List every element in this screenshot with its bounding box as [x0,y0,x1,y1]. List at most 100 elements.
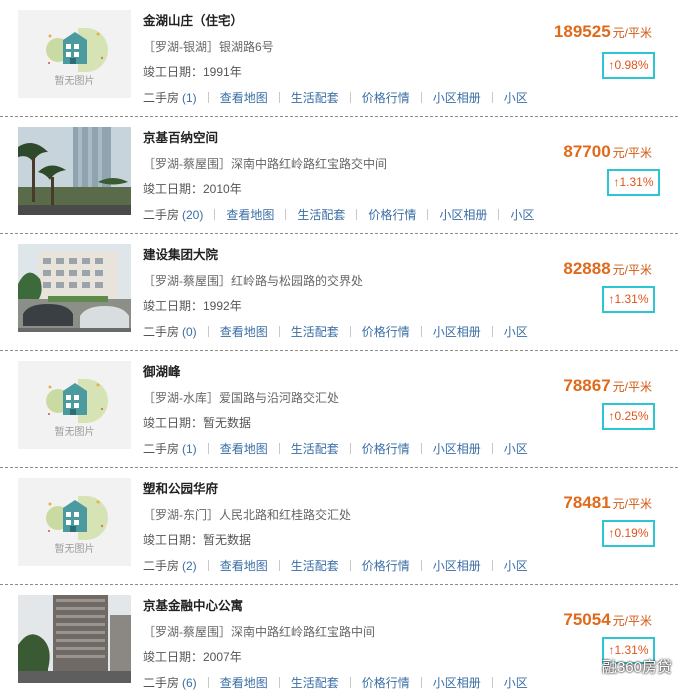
listing-title[interactable]: 金湖山庄（住宅） [143,10,243,29]
link-separator [491,677,493,688]
listing-address: ［罗湖-银湖］银湖路6号 [143,40,274,54]
price-value: 82888 [563,259,611,278]
listing-price: 75054 元/平米 [563,610,652,630]
listing-row[interactable]: 暂无图片 金湖山庄（住宅） ［罗湖-银湖］银湖路6号 竣工日期：1991年 二手… [0,0,686,117]
amenities-link[interactable]: 生活配套 [291,89,339,106]
secondhand-count[interactable]: (6) [182,676,197,690]
price-trend-link[interactable]: 价格行情 [362,557,410,574]
listing-links: 二手房 (0) 查看地图 生活配套 价格行情 小区相册 小区 [143,323,538,341]
price-change-badge: ↑0.98% [602,52,655,79]
link-separator [278,326,280,337]
link-separator [278,677,280,688]
listing-row[interactable]: 暂无图片 御湖峰 ［罗湖-水库］爱国路与沿河路交汇处 竣工日期：暂无数据 二手房… [0,351,686,468]
price-trend-link[interactable]: 价格行情 [362,674,410,691]
listing-thumbnail[interactable] [18,595,131,683]
link-separator [349,92,351,103]
price-trend-link[interactable]: 价格行情 [362,323,410,340]
link-separator [491,443,493,454]
listing-links: 二手房 (6) 查看地图 生活配套 价格行情 小区相册 小区 [143,674,538,692]
view-map-link[interactable]: 查看地图 [220,557,268,574]
listing-title[interactable]: 御湖峰 [143,361,181,380]
secondhand-link[interactable]: 二手房 [143,89,179,106]
album-link[interactable]: 小区相册 [433,674,481,691]
more-link[interactable]: 小区 [504,557,528,574]
album-link[interactable]: 小区相册 [433,323,481,340]
more-link[interactable]: 小区 [504,323,528,340]
link-separator [349,560,351,571]
amenities-link[interactable]: 生活配套 [291,440,339,457]
building-photo [18,244,131,332]
building-photo [18,595,131,683]
price-change-badge: ↑1.31% [602,286,655,313]
amenities-link[interactable]: 生活配套 [291,557,339,574]
listing-title[interactable]: 京基金融中心公寓 [143,595,243,614]
link-separator [349,443,351,454]
view-map-link[interactable]: 查看地图 [220,440,268,457]
view-map-link[interactable]: 查看地图 [220,674,268,691]
listing-completion-date: 竣工日期：1992年 [143,299,242,313]
listing-links: 二手房 (1) 查看地图 生活配套 价格行情 小区相册 小区 [143,440,538,458]
album-link[interactable]: 小区相册 [433,440,481,457]
price-change-badge: ↑0.19% [602,520,655,547]
secondhand-link[interactable]: 二手房 [143,206,179,223]
secondhand-link[interactable]: 二手房 [143,323,179,340]
secondhand-count[interactable]: (1) [182,91,197,105]
listing-thumbnail[interactable] [18,127,131,215]
album-link[interactable]: 小区相册 [433,557,481,574]
listing-completion-date: 竣工日期：暂无数据 [143,416,252,430]
listing-price: 189525 元/平米 [554,22,652,42]
price-trend-link[interactable]: 价格行情 [362,440,410,457]
listing-title[interactable]: 建设集团大院 [143,244,218,263]
album-link[interactable]: 小区相册 [439,206,487,223]
secondhand-count[interactable]: (1) [182,442,197,456]
watermark-text: 融360房贷 [601,659,672,676]
listing-price: 82888 元/平米 [563,259,652,279]
view-map-link[interactable]: 查看地图 [220,89,268,106]
secondhand-link[interactable]: 二手房 [143,674,179,691]
wechat-icon [573,657,596,679]
link-separator [207,443,209,454]
more-link[interactable]: 小区 [504,440,528,457]
price-trend-link[interactable]: 价格行情 [362,89,410,106]
link-separator [349,677,351,688]
secondhand-count[interactable]: (0) [182,325,197,339]
price-trend-link[interactable]: 价格行情 [368,206,416,223]
secondhand-count[interactable]: (2) [182,559,197,573]
price-value: 75054 [563,610,611,629]
link-separator [498,209,500,220]
secondhand-link[interactable]: 二手房 [143,557,179,574]
more-link[interactable]: 小区 [504,674,528,691]
listing-completion-date: 竣工日期：2010年 [143,182,242,196]
link-separator [427,209,429,220]
link-separator [278,443,280,454]
album-link[interactable]: 小区相册 [433,89,481,106]
amenities-link[interactable]: 生活配套 [291,674,339,691]
listing-title[interactable]: 京基百纳空间 [143,127,218,146]
listing-row[interactable]: 京基百纳空间 ［罗湖-蔡屋围］深南中路红岭路红宝路交中间 竣工日期：2010年 … [0,117,686,234]
view-map-link[interactable]: 查看地图 [226,206,274,223]
secondhand-count[interactable]: (20) [182,208,203,222]
listing-completion-date: 竣工日期：2007年 [143,650,242,664]
listing-row[interactable]: 建设集团大院 ［罗湖-蔡屋围］红岭路与松园路的交界处 竣工日期：1992年 二手… [0,234,686,351]
price-value: 78867 [563,376,611,395]
listing-row[interactable]: 暂无图片 塑和公园华府 ［罗湖-东门］人民北路和红桂路交汇处 竣工日期：暂无数据… [0,468,686,585]
listing-title[interactable]: 塑和公园华府 [143,478,218,497]
listing-links: 二手房 (1) 查看地图 生活配套 价格行情 小区相册 小区 [143,89,538,107]
secondhand-link[interactable]: 二手房 [143,440,179,457]
amenities-link[interactable]: 生活配套 [297,206,345,223]
link-separator [349,326,351,337]
listing-row[interactable]: 京基金融中心公寓 ［罗湖-蔡屋围］深南中路红岭路红宝路中间 竣工日期：2007年… [0,585,686,697]
link-separator [491,560,493,571]
more-link[interactable]: 小区 [504,89,528,106]
listing-thumbnail[interactable]: 暂无图片 [18,10,131,98]
no-image-label: 暂无图片 [54,544,95,555]
more-link[interactable]: 小区 [510,206,534,223]
listing-thumbnail[interactable]: 暂无图片 [18,361,131,449]
amenities-link[interactable]: 生活配套 [291,323,339,340]
listing-thumbnail[interactable]: 暂无图片 [18,478,131,566]
price-value: 87700 [563,142,611,161]
listing-thumbnail[interactable] [18,244,131,332]
link-separator [278,92,280,103]
view-map-link[interactable]: 查看地图 [220,323,268,340]
listing-links: 二手房 (2) 查看地图 生活配套 价格行情 小区相册 小区 [143,557,538,575]
